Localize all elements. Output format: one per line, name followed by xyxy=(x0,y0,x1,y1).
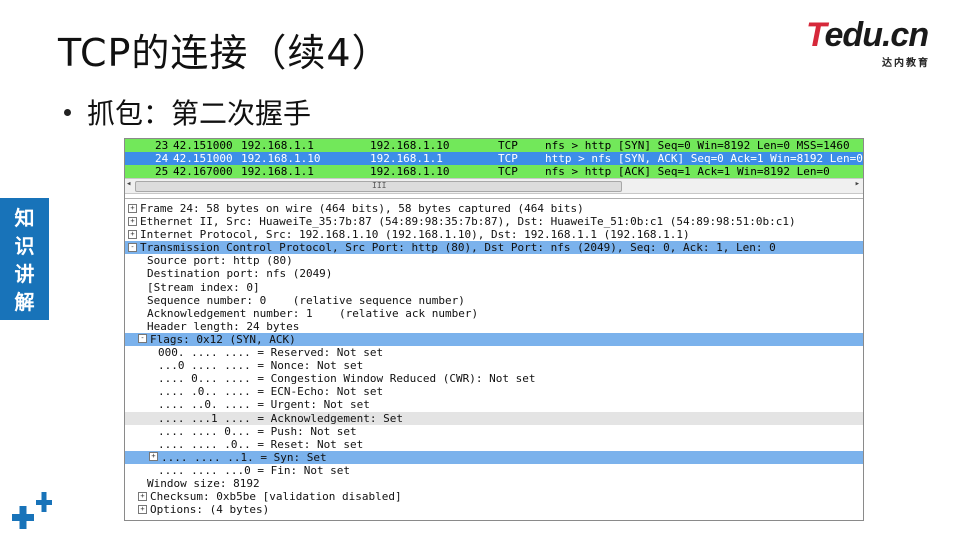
tree-item[interactable]: Window size: 8192 xyxy=(125,477,863,490)
plus-decoration-icon xyxy=(12,492,52,529)
tree-item[interactable]: .... .... .0.. = Reset: Not set xyxy=(125,438,863,451)
bullet-dot-icon xyxy=(64,108,71,116)
tree-item-text: .... .... .0.. = Reset: Not set xyxy=(158,437,364,451)
tree-item[interactable]: 000. .... .... = Reserved: Not set xyxy=(125,346,863,359)
packet-no: 25 xyxy=(155,165,169,178)
tree-item-text: .... 0... .... = Congestion Window Reduc… xyxy=(158,372,536,386)
expand-icon[interactable]: + xyxy=(138,504,147,514)
tree-item-text: .... .... ...0 = Fin: Not set xyxy=(158,463,351,477)
bullet-text: 抓包：第二次握手 xyxy=(87,97,312,130)
tree-item[interactable]: .... .... 0... = Push: Not set xyxy=(125,425,863,438)
packet-proto: TCP xyxy=(498,139,518,152)
tree-item[interactable]: + Frame 24: 58 bytes on wire (464 bits), … xyxy=(125,202,863,215)
tree-item[interactable]: .... ...1 .... = Acknowledgement: Set xyxy=(125,411,863,425)
packet-no: 23 xyxy=(155,139,169,152)
scroll-left-icon[interactable]: ◂ xyxy=(126,179,131,189)
tree-item-text: ...0 .... .... = Nonce: Not set xyxy=(158,359,364,373)
tree-item-text: Source port: http (80) xyxy=(147,254,293,268)
slide-title: TCP的连接（续4） xyxy=(58,31,391,75)
packet-dst: 192.168.1.10 xyxy=(370,139,450,152)
tree-item[interactable]: + Ethernet II, Src: HuaweiTe_35:7b:87 (54… xyxy=(125,215,863,228)
tree-item[interactable]: - Flags: 0x12 (SYN, ACK) xyxy=(125,332,863,347)
tree-item-text: Internet Protocol, Src: 192.168.1.10 (19… xyxy=(140,228,690,242)
tree-item[interactable]: .... 0... .... = Congestion Window Reduc… xyxy=(125,372,863,385)
packet-src: 192.168.1.1 xyxy=(241,139,314,152)
packet-time: 42.151000 xyxy=(173,152,233,165)
tree-item-text: Sequence number: 0 (relative sequence nu… xyxy=(147,293,465,307)
tree-item[interactable]: ...0 .... .... = Nonce: Not set xyxy=(125,359,863,372)
side-tab-knowledge: 知 识 讲 解 xyxy=(0,198,49,320)
tree-item[interactable]: Header length: 24 bytes xyxy=(125,320,863,333)
tree-item[interactable]: [Stream index: 0] xyxy=(125,281,863,294)
expand-icon[interactable]: + xyxy=(128,203,137,213)
tree-item[interactable]: .... .0.. .... = ECN-Echo: Not set xyxy=(125,385,863,398)
tree-item[interactable]: Acknowledgement number: 1 (relative ack … xyxy=(125,307,863,320)
expand-icon[interactable]: + xyxy=(128,229,137,239)
tedu-logo: Tedu.cn 达内教育 xyxy=(806,16,936,69)
collapse-icon[interactable]: - xyxy=(128,242,137,252)
packet-time: 42.151000 xyxy=(173,139,233,152)
tree-item[interactable]: + Checksum: 0xb5be [validation disabled] xyxy=(125,490,863,503)
expand-icon[interactable]: + xyxy=(138,491,147,501)
tree-item-text: Window size: 8192 xyxy=(147,476,260,490)
tree-item-text: .... .... 0... = Push: Not set xyxy=(158,424,357,438)
tree-item[interactable]: .... ..0. .... = Urgent: Not set xyxy=(125,398,863,411)
packet-proto: TCP xyxy=(498,165,518,178)
packet-row[interactable]: 23 42.151000 192.168.1.1 192.168.1.10 TCP nfs… xyxy=(125,139,863,152)
scrollbar-thumb[interactable]: III xyxy=(135,181,622,192)
logo-subtitle: 达内教育 xyxy=(882,58,930,69)
tree-item[interactable]: Sequence number: 0 (relative sequence nu… xyxy=(125,294,863,307)
tree-item-text: Acknowledgement number: 1 (relative ack … xyxy=(147,306,479,320)
packet-info: nfs > http [SYN] Seq=0 Win=8192 Len=0 MS… xyxy=(545,139,850,152)
logo-wordmark: Tedu.cn xyxy=(806,16,929,54)
packet-dst: 192.168.1.1 xyxy=(370,152,443,165)
collapse-icon[interactable]: - xyxy=(138,334,147,344)
tree-item[interactable]: + Internet Protocol, Src: 192.168.1.10 (1… xyxy=(125,228,863,241)
tree-item-text: Destination port: nfs (2049) xyxy=(147,267,333,281)
tree-item[interactable]: +.... .... ..1. = Syn: Set xyxy=(125,450,863,464)
wireshark-window: 23 42.151000 192.168.1.1 192.168.1.10 TCP nfs… xyxy=(124,138,864,521)
packet-src: 192.168.1.10 xyxy=(241,152,321,165)
tree-item[interactable]: Source port: http (80) xyxy=(125,254,863,267)
tree-item-text: .... ..0. .... = Urgent: Not set xyxy=(158,398,370,412)
packet-row[interactable]: 24 42.151000 192.168.1.10 192.168.1.1 TCP htt… xyxy=(125,152,863,165)
packet-list[interactable]: 23 42.151000 192.168.1.1 192.168.1.10 TCP nfs… xyxy=(125,139,863,178)
packet-info: http > nfs [SYN, ACK] Seq=0 Ack=1 Win=81… xyxy=(545,152,863,165)
horizontal-scrollbar[interactable]: ◂ III ▸ xyxy=(125,178,863,194)
expand-icon[interactable]: + xyxy=(128,216,137,226)
packet-time: 42.167000 xyxy=(173,165,233,178)
tree-item[interactable]: - Transmission Control Protocol, Src Port… xyxy=(125,241,863,255)
tree-item-text: Transmission Control Protocol, Src Port:… xyxy=(140,241,776,255)
expand-icon[interactable]: + xyxy=(149,452,158,462)
packet-details-tree[interactable]: + Frame 24: 58 bytes on wire (464 bits), … xyxy=(125,199,863,516)
tree-item-text: Header length: 24 bytes xyxy=(147,319,300,333)
tree-item[interactable]: .... .... ...0 = Fin: Not set xyxy=(125,464,863,477)
packet-src: 192.168.1.1 xyxy=(241,165,314,178)
tree-item-text: Frame 24: 58 bytes on wire (464 bits), 5… xyxy=(140,202,584,215)
tree-item-text: [Stream index: 0] xyxy=(147,280,260,294)
bullet-point: 抓包：第二次握手 xyxy=(64,92,311,132)
tree-item-text: Flags: 0x12 (SYN, ACK) xyxy=(150,332,296,346)
packet-row[interactable]: 25 42.167000 192.168.1.1 192.168.1.10 TCP nfs… xyxy=(125,165,863,178)
packet-no: 24 xyxy=(155,152,169,165)
packet-info: nfs > http [ACK] Seq=1 Ack=1 Win=8192 Le… xyxy=(545,165,830,178)
packet-dst: 192.168.1.10 xyxy=(370,165,450,178)
scrollbar-grip: III xyxy=(372,181,387,190)
tree-item[interactable]: Destination port: nfs (2049) xyxy=(125,267,863,280)
tree-item-text: 000. .... .... = Reserved: Not set xyxy=(158,346,384,360)
tree-item-text: Ethernet II, Src: HuaweiTe_35:7b:87 (54:… xyxy=(140,215,796,229)
tree-item-text: Checksum: 0xb5be [validation disabled] xyxy=(150,490,402,504)
tree-item-text: Options: (4 bytes) xyxy=(150,503,270,517)
scroll-right-icon[interactable]: ▸ xyxy=(855,179,860,189)
tree-item-text: .... ...1 .... = Acknowledgement: Set xyxy=(158,411,404,425)
tree-item-text: .... .0.. .... = ECN-Echo: Not set xyxy=(158,385,384,399)
packet-proto: TCP xyxy=(498,152,518,165)
tree-item-text: .... .... ..1. = Syn: Set xyxy=(161,450,327,464)
tree-item[interactable]: + Options: (4 bytes) xyxy=(125,503,863,516)
